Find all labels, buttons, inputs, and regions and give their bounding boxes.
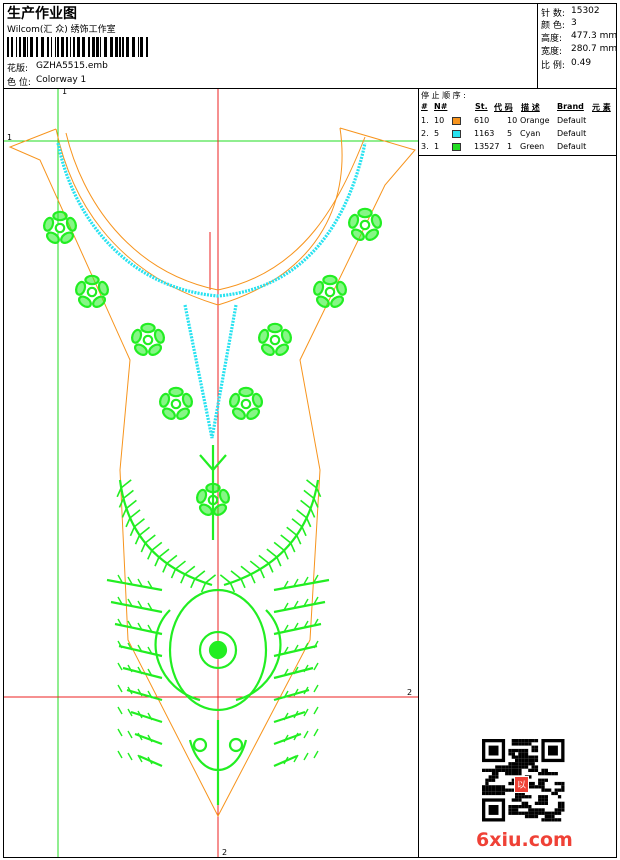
qr-code[interactable]	[0, 0, 620, 860]
seal-stamp: 以	[514, 776, 530, 793]
watermark-logo: 6xiu.com	[476, 829, 573, 851]
